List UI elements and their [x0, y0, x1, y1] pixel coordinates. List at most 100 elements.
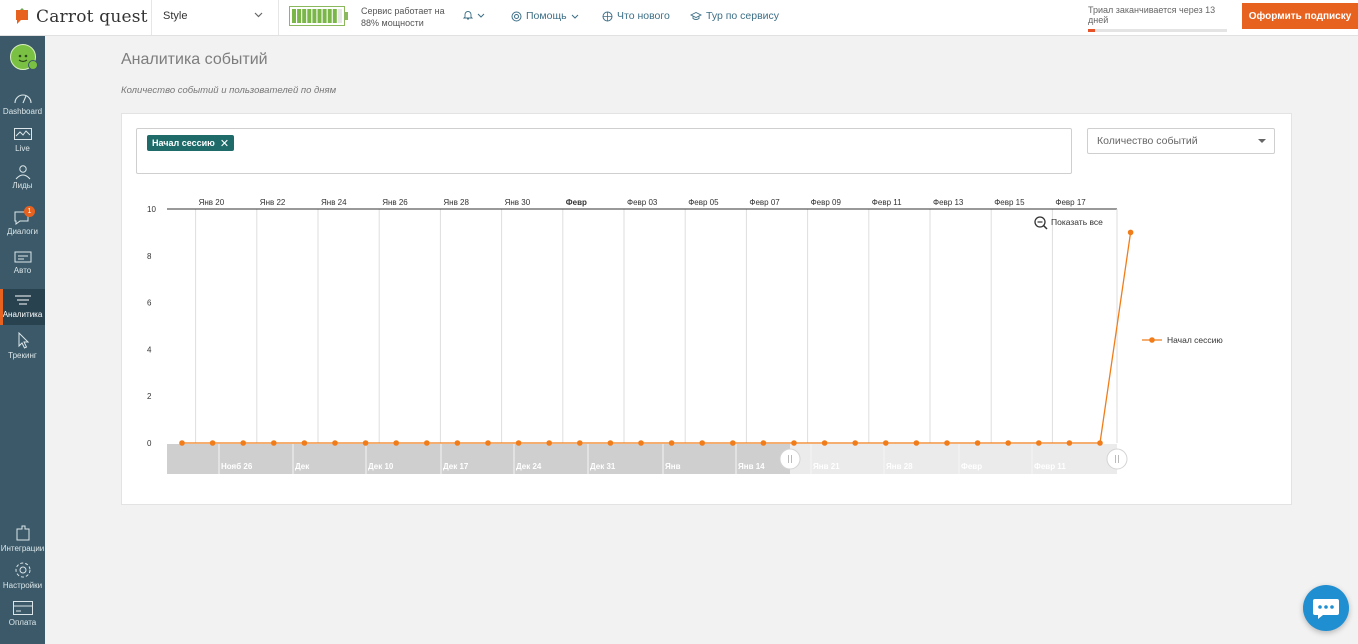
data-point[interactable] [730, 440, 736, 446]
sidebar-item-live[interactable]: Live [0, 125, 45, 159]
tracking-icon [18, 332, 29, 349]
data-point[interactable] [485, 440, 491, 446]
x-axis-tick-label: Янв 26 [382, 198, 408, 207]
x-axis-tick-label: Февр 11 [872, 198, 902, 207]
data-point[interactable] [883, 440, 889, 446]
battery-segment [302, 9, 307, 23]
zoom-out-icon-handle [1042, 224, 1048, 230]
power-battery-icon [289, 6, 349, 26]
sidebar-item-label: Настройки [2, 581, 43, 590]
data-point[interactable] [454, 440, 461, 446]
data-point[interactable] [515, 440, 522, 446]
event-tag[interactable]: Начал сессию ✕ [147, 135, 235, 151]
battery-segment [327, 9, 332, 23]
event-filter-input[interactable]: Начал сессию ✕ [136, 128, 1072, 174]
data-point[interactable] [424, 440, 430, 446]
sidebar: Dashboard Live Лиды Диалоги 1 Авто Анали… [0, 36, 45, 644]
x-axis-tick-label: Февр 13 [933, 198, 964, 207]
carrot-logo-icon [16, 8, 28, 24]
sidebar-item-label: Интеграции [0, 544, 45, 553]
sidebar-item-label: Трекинг [8, 351, 37, 360]
notifications-button[interactable] [463, 10, 485, 20]
data-point[interactable] [271, 440, 277, 446]
x-axis-tick-label: Февр 09 [811, 198, 842, 207]
sidebar-item-dialogs[interactable]: Диалоги 1 [0, 206, 45, 242]
sidebar-item-label: Dashboard [2, 107, 43, 116]
chevron-down-icon [477, 13, 485, 18]
data-point[interactable] [668, 440, 675, 446]
avatar[interactable] [10, 44, 38, 70]
x-axis-tick-label: Янв 30 [505, 198, 531, 207]
chevron-down-icon [571, 14, 578, 19]
x-axis-tick-label: Янв 28 [443, 198, 469, 207]
sidebar-item-integrations[interactable]: Интеграции [0, 523, 45, 555]
trial-progress-fill [1088, 29, 1095, 32]
battery-segment [317, 9, 322, 23]
navigator-label: Дек 31 [590, 462, 616, 471]
sidebar-item-leads[interactable]: Лиды [0, 162, 45, 196]
help-menu[interactable]: Помощь [511, 10, 579, 22]
battery-segment [307, 9, 312, 23]
data-point[interactable] [1066, 440, 1073, 446]
data-point[interactable] [301, 440, 308, 446]
sidebar-item-label: Аналитика [2, 310, 43, 319]
sidebar-item-label: Авто [13, 266, 32, 275]
chat-button[interactable] [1303, 585, 1349, 631]
navigator-right-handle[interactable] [1106, 448, 1128, 470]
online-indicator [28, 60, 38, 70]
sidebar-item-payment[interactable]: Оплата [0, 599, 45, 631]
data-point[interactable] [699, 440, 705, 446]
service-status-line2: 88% мощности [361, 18, 424, 28]
whats-new-link[interactable]: Что нового [602, 10, 670, 22]
data-point[interactable] [209, 440, 216, 446]
metric-select[interactable]: Количество событий [1087, 128, 1275, 154]
data-point[interactable] [913, 440, 920, 446]
sidebar-item-auto[interactable]: Авто [0, 247, 45, 281]
payment-icon [12, 601, 33, 615]
top-bar: Carrot quest Style Сервис работает на 88… [0, 0, 1358, 36]
navigator-label: Янв 14 [738, 462, 765, 471]
chat-bubble-icon [1313, 599, 1339, 619]
data-point[interactable] [638, 440, 644, 446]
data-point[interactable] [1005, 440, 1011, 446]
metric-select-value: Количество событий [1097, 135, 1198, 147]
data-point[interactable] [607, 440, 614, 446]
navigator-left-handle[interactable] [779, 448, 801, 470]
subscribe-button[interactable]: Оформить подписку [1242, 3, 1358, 29]
sidebar-item-tracking[interactable]: Трекинг [0, 332, 45, 364]
data-point[interactable] [362, 440, 369, 446]
navigator-label: Дек 24 [516, 462, 542, 471]
tour-link[interactable]: Тур по сервису [690, 10, 779, 22]
data-point[interactable] [974, 440, 981, 446]
data-point[interactable] [944, 440, 950, 446]
data-point[interactable] [760, 440, 767, 446]
data-point[interactable] [1127, 229, 1134, 236]
data-point[interactable] [1097, 440, 1103, 446]
data-point[interactable] [240, 440, 246, 446]
sidebar-item-label: Live [15, 144, 30, 153]
x-axis-tick-label: Февр 15 [994, 198, 1025, 207]
sidebar-item-dashboard[interactable]: Dashboard [0, 88, 45, 122]
data-point[interactable] [393, 440, 400, 446]
reset-zoom-button[interactable]: Показать все [1051, 217, 1103, 227]
globe-icon [602, 11, 613, 21]
close-icon[interactable]: ✕ [220, 137, 229, 150]
data-point[interactable] [332, 440, 338, 446]
sidebar-item-settings[interactable]: Настройки [0, 560, 45, 592]
data-point[interactable] [577, 440, 583, 446]
app-selector[interactable]: Style [163, 0, 267, 35]
legend-item[interactable]: Начал сессию [1167, 335, 1223, 345]
sidebar-item-label: Лиды [12, 181, 33, 190]
x-axis-tick-label: Февр 03 [627, 198, 658, 207]
data-point[interactable] [179, 440, 185, 446]
data-point[interactable] [546, 440, 552, 446]
data-point[interactable] [791, 440, 797, 446]
whats-new-label: Что нового [617, 10, 670, 22]
data-point[interactable] [1036, 440, 1042, 446]
data-point[interactable] [852, 440, 858, 446]
data-point[interactable] [821, 440, 828, 446]
live-icon [13, 128, 32, 140]
logo[interactable]: Carrot quest [14, 6, 148, 28]
sidebar-item-analytics[interactable]: Аналитика [0, 289, 45, 325]
app-selector-label: Style [163, 10, 188, 22]
